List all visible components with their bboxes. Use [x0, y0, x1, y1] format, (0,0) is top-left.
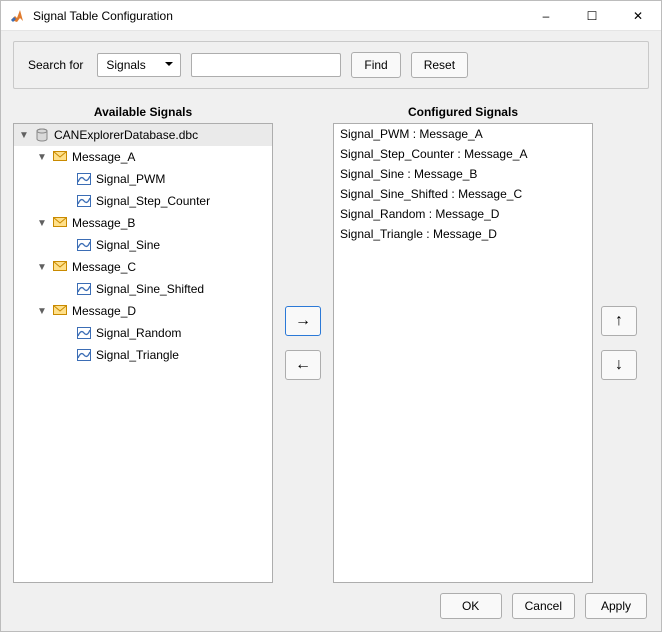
tree-message-row[interactable]: ▼ Message_A [14, 146, 272, 168]
search-panel: Search for Signals Find Reset [13, 41, 649, 89]
search-type-selected: Signals [106, 58, 145, 72]
arrow-left-icon: ← [295, 356, 311, 374]
expander-open-icon[interactable]: ▼ [36, 218, 48, 229]
tree-signal-label: Signal_Triangle [96, 348, 179, 362]
configured-item[interactable]: Signal_Sine_Shifted : Message_C [334, 184, 592, 204]
reset-button[interactable]: Reset [411, 52, 468, 78]
tree-signal-label: Signal_Sine_Shifted [96, 282, 204, 296]
tree-signal-label: Signal_Step_Counter [96, 194, 210, 208]
tree-message-row[interactable]: ▼ Message_B [14, 212, 272, 234]
configured-item[interactable]: Signal_Sine : Message_B [334, 164, 592, 184]
configured-item[interactable]: Signal_Step_Counter : Message_A [334, 144, 592, 164]
search-for-label: Search for [24, 58, 87, 72]
tree-message-label: Message_D [72, 304, 136, 318]
available-tree[interactable]: ▼ CANExplorerDatabase.dbc ▼ Message_A Signal… [13, 123, 273, 583]
tree-signal-row[interactable]: Signal_Sine [14, 234, 272, 256]
search-type-select[interactable]: Signals [97, 53, 181, 77]
configured-item[interactable]: Signal_PWM : Message_A [334, 124, 592, 144]
arrow-right-icon: → [295, 312, 311, 330]
move-up-button[interactable]: ↑ [601, 306, 637, 336]
ok-button[interactable]: OK [440, 593, 502, 619]
tree-signal-label: Signal_PWM [96, 172, 165, 186]
move-down-button[interactable]: ↓ [601, 350, 637, 380]
expander-open-icon[interactable]: ▼ [36, 306, 48, 317]
tree-db-row[interactable]: ▼ CANExplorerDatabase.dbc [14, 124, 272, 146]
signal-icon [76, 347, 92, 363]
transfer-column: → ← [273, 103, 333, 583]
search-input[interactable] [191, 53, 341, 77]
configured-panel: Configured Signals Signal_PWM : Message_… [333, 103, 593, 583]
available-header: Available Signals [13, 103, 273, 123]
tree-message-row[interactable]: ▼ Message_C [14, 256, 272, 278]
tree-signal-row[interactable]: Signal_PWM [14, 168, 272, 190]
message-icon [52, 149, 68, 165]
signal-icon [76, 325, 92, 341]
content-area: Search for Signals Find Reset Available … [1, 31, 661, 631]
arrow-up-icon: ↑ [615, 312, 623, 330]
add-button[interactable]: → [285, 306, 321, 336]
configured-header: Configured Signals [333, 103, 593, 123]
tree-db-label: CANExplorerDatabase.dbc [54, 128, 198, 142]
tree-message-label: Message_C [72, 260, 136, 274]
message-icon [52, 303, 68, 319]
minimize-button[interactable]: – [523, 1, 569, 31]
signal-icon [76, 237, 92, 253]
tree-message-label: Message_A [72, 150, 135, 164]
tree-signal-row[interactable]: Signal_Sine_Shifted [14, 278, 272, 300]
configured-item[interactable]: Signal_Triangle : Message_D [334, 224, 592, 244]
expander-open-icon[interactable]: ▼ [36, 152, 48, 163]
configured-list[interactable]: Signal_PWM : Message_ASignal_Step_Counte… [333, 123, 593, 583]
main-row: Available Signals ▼ CANExplorerDatabase.d… [13, 103, 649, 583]
titlebar: Signal Table Configuration – ☐ ✕ [1, 1, 661, 31]
footer: OK Cancel Apply [13, 583, 649, 623]
tree-signal-label: Signal_Random [96, 326, 181, 340]
window-title: Signal Table Configuration [33, 9, 173, 23]
chevron-down-icon [164, 58, 174, 72]
expander-open-icon[interactable]: ▼ [18, 130, 30, 141]
tree-signal-row[interactable]: Signal_Random [14, 322, 272, 344]
expander-open-icon[interactable]: ▼ [36, 262, 48, 273]
database-icon [34, 127, 50, 143]
signal-icon [76, 281, 92, 297]
apply-button[interactable]: Apply [585, 593, 647, 619]
cancel-button[interactable]: Cancel [512, 593, 575, 619]
tree-message-label: Message_B [72, 216, 135, 230]
reorder-column: ↑ ↓ [593, 103, 639, 583]
tree-signal-row[interactable]: Signal_Triangle [14, 344, 272, 366]
signal-icon [76, 171, 92, 187]
tree-message-row[interactable]: ▼ Message_D [14, 300, 272, 322]
maximize-button[interactable]: ☐ [569, 1, 615, 31]
tree-signal-row[interactable]: Signal_Step_Counter [14, 190, 272, 212]
close-button[interactable]: ✕ [615, 1, 661, 31]
find-button[interactable]: Find [351, 52, 400, 78]
message-icon [52, 259, 68, 275]
message-icon [52, 215, 68, 231]
arrow-down-icon: ↓ [615, 356, 623, 374]
matlab-icon [9, 8, 25, 24]
available-panel: Available Signals ▼ CANExplorerDatabase.d… [13, 103, 273, 583]
remove-button[interactable]: ← [285, 350, 321, 380]
tree-signal-label: Signal_Sine [96, 238, 160, 252]
configured-item[interactable]: Signal_Random : Message_D [334, 204, 592, 224]
signal-icon [76, 193, 92, 209]
signal-table-config-window: Signal Table Configuration – ☐ ✕ Search … [0, 0, 662, 632]
